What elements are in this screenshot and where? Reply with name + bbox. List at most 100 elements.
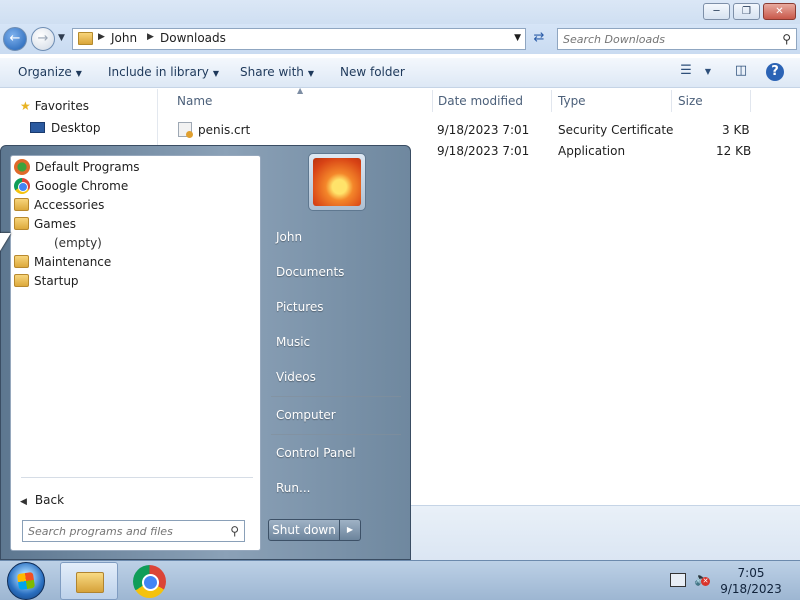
sort-ascending-icon: ▲ <box>297 86 304 95</box>
start-button[interactable] <box>7 562 45 600</box>
mute-x-icon: ✕ <box>701 577 710 586</box>
organize-label: Organize <box>18 65 72 79</box>
start-search-input[interactable] <box>28 524 218 538</box>
folder-accessories[interactable]: Accessories <box>14 196 104 215</box>
search-input[interactable] <box>563 31 768 47</box>
column-header-size[interactable]: Size <box>678 94 703 108</box>
certificate-icon <box>178 122 193 138</box>
chevron-down-icon: ▼ <box>75 69 82 78</box>
new-folder-button[interactable]: New folder <box>340 65 405 79</box>
file-date: 9/18/2023 7:01 <box>437 123 530 137</box>
clock-time: 7:05 <box>737 566 765 580</box>
chevron-down-icon: ▼ <box>212 69 220 78</box>
column-divider[interactable] <box>551 90 552 112</box>
minimize-button[interactable]: ─ <box>703 3 730 20</box>
column-divider[interactable] <box>671 90 672 112</box>
link-run[interactable]: Run... <box>276 481 310 495</box>
all-programs-pane: Default Programs Google Chrome Accessori… <box>10 155 261 551</box>
search-icon[interactable]: ⚲ <box>782 32 791 46</box>
column-divider[interactable] <box>750 90 751 112</box>
network-icon[interactable] <box>670 573 686 587</box>
folder-games[interactable]: Games <box>14 215 76 234</box>
star-icon: ★ <box>20 99 31 113</box>
nav-desktop[interactable]: Desktop <box>30 121 101 135</box>
program-label: Startup <box>34 274 79 288</box>
command-bar: Organize ▼ Include in library ▼ Share with… <box>0 58 800 88</box>
desktop-icon <box>30 122 45 133</box>
back-arrow-icon: ◀ <box>20 497 27 507</box>
empty-placeholder: (empty) <box>54 236 102 250</box>
forward-button[interactable]: → <box>31 27 55 51</box>
share-with-button[interactable]: Share with ▼ <box>240 65 314 79</box>
divider <box>271 434 401 435</box>
chrome-icon <box>14 178 30 194</box>
maximize-button[interactable]: ❐ <box>733 3 760 20</box>
folder-startup[interactable]: Startup <box>14 272 79 291</box>
link-music[interactable]: Music <box>276 335 310 349</box>
recent-pages-dropdown[interactable]: ▼ <box>58 33 65 43</box>
close-button[interactable]: ✕ <box>763 3 796 20</box>
breadcrumb-chevron-icon[interactable]: ▶ <box>147 32 154 42</box>
program-label: Accessories <box>34 198 105 212</box>
divider <box>21 477 253 478</box>
view-options-icon[interactable]: ☰ <box>676 63 696 81</box>
breadcrumb-john[interactable]: John <box>111 31 137 45</box>
breadcrumb-downloads[interactable]: Downloads <box>160 31 226 45</box>
flower-icon <box>313 158 361 206</box>
link-user-folder[interactable]: John <box>276 230 302 244</box>
volume-muted-icon[interactable]: 🔈✕ <box>694 572 710 587</box>
windows-logo-icon <box>16 571 36 591</box>
column-divider[interactable] <box>432 90 433 112</box>
help-icon[interactable]: ? <box>766 63 784 81</box>
search-box[interactable]: ⚲ <box>557 28 797 50</box>
folder-icon <box>14 255 29 268</box>
file-type: Application <box>558 144 626 158</box>
column-header-date-modified[interactable]: Date modified <box>438 94 523 108</box>
taskbar: 🔈✕ 7:05 9/18/2023 <box>0 560 800 600</box>
taskbar-chrome-icon[interactable] <box>133 565 166 598</box>
taskbar-explorer-button[interactable] <box>60 562 118 600</box>
organize-button[interactable]: Organize ▼ <box>18 65 82 79</box>
chevron-down-icon: ▼ <box>307 69 315 78</box>
program-label: Maintenance <box>34 255 112 269</box>
link-computer[interactable]: Computer <box>276 408 336 422</box>
program-google-chrome[interactable]: Google Chrome <box>14 177 128 196</box>
link-pictures[interactable]: Pictures <box>276 300 324 314</box>
link-documents[interactable]: Documents <box>276 265 344 279</box>
folder-maintenance[interactable]: Maintenance <box>14 253 111 272</box>
share-with-label: Share with <box>240 65 304 79</box>
refresh-icon[interactable]: ⇄ <box>528 28 550 50</box>
back-button[interactable]: ← <box>3 27 27 51</box>
back-button[interactable]: ◀ Back <box>20 493 64 507</box>
back-label: Back <box>34 493 65 507</box>
address-bar[interactable]: ▶ John ▶ Downloads ▼ <box>72 28 526 50</box>
user-picture[interactable] <box>308 153 366 211</box>
column-header-type[interactable]: Type <box>558 94 586 108</box>
include-in-library-label: Include in library <box>108 65 209 79</box>
link-videos[interactable]: Videos <box>276 370 316 384</box>
program-default-programs[interactable]: Default Programs <box>14 158 140 177</box>
nav-desktop-label: Desktop <box>51 121 101 135</box>
breadcrumb-chevron-icon[interactable]: ▶ <box>98 32 105 42</box>
link-control-panel[interactable]: Control Panel <box>276 446 356 460</box>
mouse-cursor-icon <box>0 233 11 251</box>
title-bar[interactable]: ─ ❐ ✕ <box>0 0 800 24</box>
include-in-library-button[interactable]: Include in library ▼ <box>108 65 219 79</box>
preview-pane-icon[interactable]: ◫ <box>731 63 751 81</box>
divider <box>271 396 401 397</box>
program-label: Google Chrome <box>35 179 129 193</box>
folder-icon <box>78 32 93 45</box>
system-clock[interactable]: 7:05 9/18/2023 <box>718 565 784 597</box>
start-search-box[interactable]: ⚲ <box>22 520 245 542</box>
file-size: 12 KB <box>716 144 752 158</box>
file-row[interactable]: penis.crt 9/18/2023 7:01 Security Certif… <box>160 120 760 140</box>
search-icon[interactable]: ⚲ <box>230 524 239 538</box>
shutdown-button[interactable]: Shut down <box>268 519 340 541</box>
column-header-name[interactable]: Name <box>177 94 212 108</box>
start-menu: Default Programs Google Chrome Accessori… <box>0 145 411 560</box>
chevron-down-icon[interactable]: ▼ <box>698 67 718 85</box>
clock-date: 9/18/2023 <box>720 582 782 596</box>
address-dropdown-icon[interactable]: ▼ <box>514 33 521 43</box>
nav-favorites[interactable]: ★ Favorites <box>20 99 89 113</box>
shutdown-options-icon[interactable]: ▶ <box>339 519 361 541</box>
